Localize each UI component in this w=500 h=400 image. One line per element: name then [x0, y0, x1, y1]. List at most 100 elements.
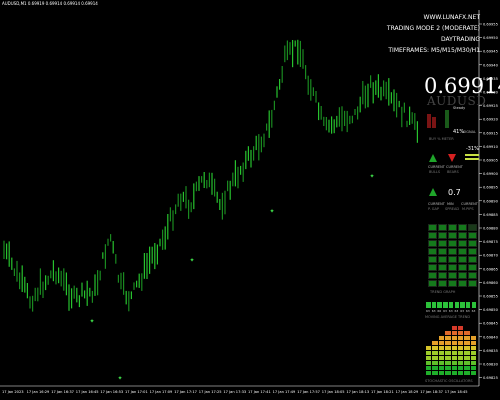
stochastic-cell	[445, 371, 451, 375]
trend-cell	[438, 280, 447, 287]
ma-bar	[448, 302, 454, 308]
stochastic-cell	[451, 371, 457, 375]
price-axis-label: 0.69865	[483, 267, 498, 271]
stochastic-cell	[464, 336, 470, 340]
sell-meter-bar-2	[432, 117, 436, 128]
level-line-icon	[465, 154, 479, 156]
stochastic-cell	[445, 366, 451, 370]
trend-graph	[426, 224, 478, 288]
trend-cell	[428, 256, 437, 263]
stochastic-cell	[445, 346, 451, 350]
stochastic-cell	[458, 326, 464, 330]
trend-cell	[428, 272, 437, 279]
trend-cell	[438, 248, 447, 255]
stochastic-cell	[458, 361, 464, 365]
ma-value: 63	[465, 309, 470, 313]
trend-cell	[458, 280, 467, 287]
trend-cell	[468, 272, 477, 279]
time-axis-label: 17 Jan 17:57	[297, 390, 320, 394]
stochastic-cell	[458, 346, 464, 350]
buy-signal-icon: ✦	[269, 208, 274, 215]
time-axis-labels: 17 Jan 2023 17 Jan 16:29 17 Jan 16:37 17 Ja…	[2, 390, 468, 394]
time-axis-label: 17 Jan 17:49	[273, 390, 296, 394]
ma-bar	[460, 302, 465, 308]
stochastic-cell	[470, 366, 477, 370]
trend-cell	[448, 280, 457, 287]
stochastic-cell	[432, 371, 438, 375]
stochastic-cell	[438, 371, 445, 375]
price-axis-label: 0.69955	[483, 23, 498, 27]
trend-cell	[458, 256, 467, 263]
stochastic-cell	[451, 346, 457, 350]
price-axis-label: 0.69885	[483, 213, 498, 217]
ma-bar	[431, 302, 437, 308]
time-axis-label: 17 Jan 17:01	[125, 390, 148, 394]
trend-cell	[468, 224, 477, 231]
stochastic-cell	[438, 366, 445, 370]
stochastic-cell	[464, 346, 470, 350]
price-chart[interactable]: ✦✦✦✦✦ 0.699550.699500.699450.699400.6993…	[0, 0, 500, 400]
price-axis-label: 0.69890	[483, 199, 499, 203]
trend-cell	[458, 224, 467, 231]
time-axis-label: 17 Jan 18:45	[445, 390, 468, 394]
stochastic-cell	[470, 341, 477, 345]
style-label: DAYTRADING	[440, 36, 480, 43]
stochastic-cell	[451, 331, 457, 335]
price-axis-label: 0.69845	[483, 322, 498, 326]
stochastic-cell	[458, 341, 464, 345]
time-axis-label: 17 Jan 18:05	[322, 390, 345, 394]
ma-bar	[454, 302, 459, 308]
ma-value: 63	[426, 309, 430, 313]
trend-cell	[428, 248, 437, 255]
time-axis-label: 17 Jan 16:37	[51, 390, 74, 394]
buy-meter-bar	[445, 110, 449, 128]
ma-trend-label: MOVING AVERAGE TREND	[425, 315, 471, 319]
trend-cell	[448, 256, 457, 263]
ma-bar	[471, 302, 477, 308]
time-axis-label: 17 Jan 2023	[2, 390, 24, 394]
time-axis-label: 17 Jan 17:33	[223, 390, 246, 394]
price-axis-label: 0.69920	[483, 118, 499, 122]
ma-value: 66	[437, 309, 442, 313]
level-line-icon-2	[465, 158, 479, 160]
stochastic-cell	[426, 356, 432, 360]
symbol-header: AUDUSD,M1 0.69919 0.69914 0.69914 0.6991…	[2, 1, 98, 6]
price-axis-label: 0.69895	[483, 186, 498, 190]
ma-trend-bars: 63 63 66 63 63 63 63 63 63	[426, 302, 478, 314]
trend-cell	[458, 264, 467, 271]
stochastic-cell	[432, 346, 438, 350]
website-label[interactable]: WWW.LUNAFX.NET	[387, 12, 480, 23]
buy-signal-icon: ✦	[89, 318, 94, 325]
bulls-up-arrow-icon	[429, 154, 437, 162]
spread-title: MIN	[447, 202, 454, 206]
gap-title: CURRENT	[428, 202, 445, 206]
ma-bar	[443, 302, 448, 308]
stochastic-cell	[470, 371, 477, 375]
price-axis-label: 0.69915	[483, 131, 498, 135]
ma-value: 63	[431, 309, 436, 313]
price-axis-label: 0.69950	[483, 36, 499, 40]
price-axis-label: 0.69880	[483, 227, 499, 231]
time-axis-label: 17 Jan 17:25	[199, 390, 222, 394]
trend-cell	[448, 248, 457, 255]
timeframes-label: TIMEFRAMES: M5/M15/M30/H1	[388, 47, 480, 54]
bulls-title: CURRENT	[428, 165, 445, 169]
stochastic-cell	[470, 336, 477, 340]
stochastic-cell	[432, 361, 438, 365]
price-axis-label: 0.69875	[483, 240, 498, 244]
pips-title: CURRENT	[461, 202, 478, 206]
trend-cell	[468, 248, 477, 255]
trend-cell	[438, 232, 447, 239]
buy-signal-icon: ✦	[369, 173, 374, 180]
trend-cell	[438, 224, 447, 231]
stochastic-cell	[438, 361, 445, 365]
trend-cell	[438, 272, 447, 279]
trend-cell	[458, 272, 467, 279]
buy-meter-label: BUY % METER	[429, 137, 454, 141]
price-axis-label: 0.69840	[483, 335, 499, 339]
trend-cell	[458, 248, 467, 255]
meter-change: -31%	[466, 146, 479, 152]
stochastic-cell	[445, 341, 451, 345]
stochastic-cell	[470, 361, 477, 365]
status-label: Steady	[453, 106, 466, 110]
